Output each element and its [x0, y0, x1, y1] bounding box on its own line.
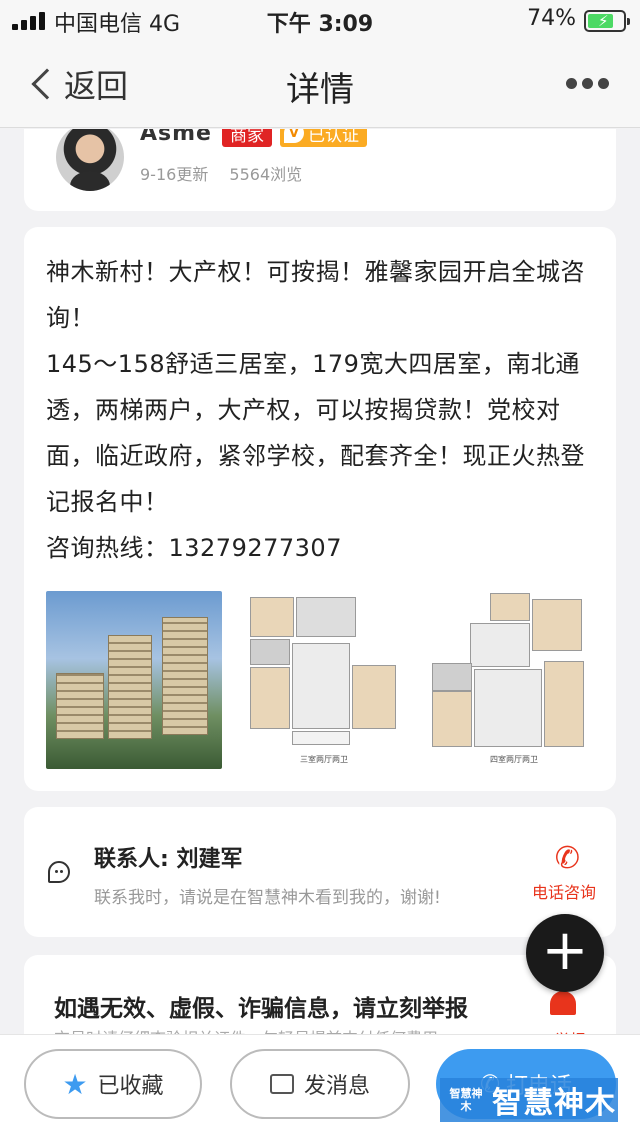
avatar[interactable] [56, 129, 124, 191]
contact-card[interactable]: 联系人: 刘建军 联系我时，请说是在智慧神木看到我的，谢谢! ✆ 电话咨询 [24, 807, 616, 937]
name-row: Asme 商家 v 已认证 [140, 129, 367, 149]
report-button[interactable]: 举报 [554, 1027, 586, 1034]
report-subtitle: 交易时请仔细查验相关证件，勿轻易提前支付任何费用 [54, 1025, 438, 1034]
watermark: 智慧神木 智慧神木 [440, 1078, 618, 1122]
add-button[interactable]: + [526, 914, 604, 992]
message-label: 发消息 [303, 1074, 370, 1099]
contact-name: 联系人: 刘建军 [94, 847, 243, 872]
view-count: 5564浏览 [229, 165, 303, 184]
star-icon: ★ [62, 1067, 88, 1101]
phone-consult-button[interactable]: 电话咨询 [532, 879, 596, 903]
post-meta: 9-16更新 5564浏览 [140, 161, 318, 185]
profile-card: Asme 商家 v 已认证 9-16更新 5564浏览 [24, 129, 616, 211]
report-card[interactable]: 如遇无效、虚假、诈骗信息，请立刻举报 交易时请仔细查验相关证件，勿轻易提前支付任… [24, 955, 616, 1034]
verified-badge: v 已认证 [279, 129, 367, 147]
floor-plan-image[interactable]: 四室两厅两卫 [426, 591, 602, 769]
content-scroll[interactable]: Asme 商家 v 已认证 9-16更新 5564浏览 神木新村！大产权！可按揭… [0, 129, 640, 1034]
post-line: 神木新村！大产权！可按揭！雅馨家园开启全城咨询！ [46, 258, 585, 332]
battery-icon: ⚡ [584, 10, 630, 32]
phone-icon[interactable]: ✆ [555, 841, 580, 876]
contact-note: 联系我时，请说是在智慧神木看到我的，谢谢! [94, 888, 441, 908]
post-content-card: 神木新村！大产权！可按揭！雅馨家园开启全城咨询！ 145～158舒适三居室，17… [24, 227, 616, 791]
updated-date: 9-16更新 [140, 165, 209, 184]
merchant-badge: 商家 [221, 129, 272, 147]
more-icon[interactable] [566, 78, 610, 92]
battery-percent: 74% [527, 6, 576, 31]
verified-label: 已认证 [307, 129, 359, 146]
photo-gallery: 三室两厅两卫 四室两厅两卫 [46, 591, 602, 769]
watermark-logo: 智慧神木 [449, 1087, 483, 1113]
watermark-text: 智慧神木 [492, 1086, 616, 1121]
page-title: 详情 [286, 70, 354, 110]
post-text: 神木新村！大产权！可按揭！雅馨家园开启全城咨询！ 145～158舒适三居室，17… [46, 249, 602, 571]
favorite-button[interactable]: ★ 已收藏 [24, 1049, 202, 1119]
building-photo[interactable] [46, 591, 222, 769]
post-line: 145～158舒适三居室，179宽大四居室，南北通透，两梯两户，大产权，可以按揭… [46, 350, 585, 516]
chat-icon [48, 861, 70, 883]
nav-bar: 返回 详情 [0, 40, 640, 128]
message-button[interactable]: 发消息 [230, 1049, 410, 1119]
plan-caption: 三室两厅两卫 [300, 755, 348, 764]
username: Asme [140, 129, 212, 146]
post-line[interactable]: 咨询热线：13279277307 [46, 525, 602, 571]
plan-caption: 四室两厅两卫 [490, 755, 538, 764]
favorite-label: 已收藏 [97, 1074, 164, 1099]
status-bar: 中国电信 4G 下午 3:09 74% ⚡ [0, 0, 640, 40]
verified-icon: v [283, 129, 304, 143]
floor-plan-image[interactable]: 三室两厅两卫 [236, 591, 412, 769]
report-title: 如遇无效、虚假、诈骗信息，请立刻举报 [54, 996, 468, 1022]
alarm-icon[interactable] [550, 991, 576, 1015]
message-icon [269, 1074, 294, 1094]
